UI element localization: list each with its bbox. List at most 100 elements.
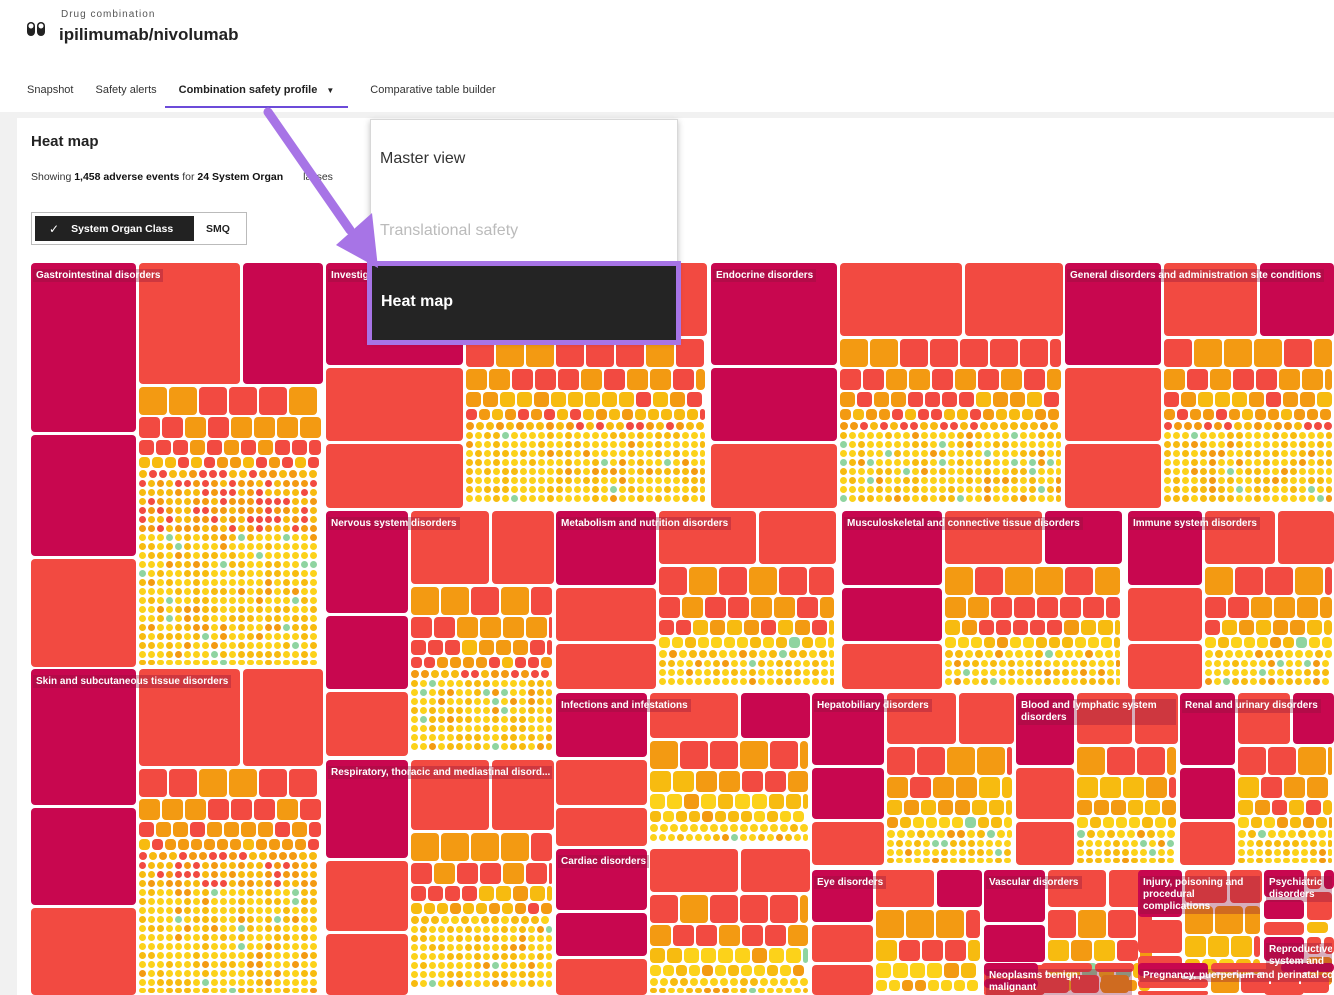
treemap-cell[interactable] bbox=[462, 640, 477, 655]
treemap-cell[interactable] bbox=[265, 633, 272, 640]
treemap-cell[interactable] bbox=[139, 925, 146, 932]
treemap-cell[interactable] bbox=[510, 725, 517, 732]
treemap-cell[interactable] bbox=[905, 840, 912, 847]
treemap-cell[interactable] bbox=[1098, 669, 1105, 676]
treemap-cell[interactable] bbox=[767, 678, 774, 685]
treemap-cell[interactable] bbox=[1281, 432, 1288, 439]
treemap-cell[interactable] bbox=[741, 811, 752, 822]
treemap-cell[interactable] bbox=[1116, 669, 1120, 676]
treemap-cell[interactable] bbox=[139, 979, 146, 986]
treemap-cell[interactable] bbox=[767, 811, 778, 822]
treemap-cell[interactable] bbox=[283, 561, 290, 568]
treemap-cell[interactable] bbox=[219, 852, 227, 860]
treemap-cell[interactable] bbox=[229, 934, 236, 941]
treemap-cell[interactable] bbox=[788, 771, 808, 792]
treemap-cell[interactable] bbox=[965, 263, 1063, 336]
treemap-cell[interactable] bbox=[1244, 422, 1252, 430]
treemap-cell[interactable] bbox=[515, 657, 526, 668]
treemap-cell[interactable] bbox=[193, 970, 200, 977]
treemap-cell[interactable] bbox=[686, 660, 693, 667]
treemap-cell[interactable] bbox=[948, 441, 955, 448]
treemap-cell[interactable] bbox=[157, 606, 164, 613]
treemap-cell[interactable] bbox=[428, 886, 443, 901]
treemap-cell[interactable] bbox=[159, 852, 167, 860]
treemap-cell[interactable] bbox=[945, 669, 952, 676]
treemap-cell[interactable] bbox=[229, 988, 236, 993]
treemap-cell[interactable] bbox=[850, 422, 858, 430]
treemap-cell[interactable] bbox=[175, 579, 182, 586]
treemap-cell[interactable] bbox=[283, 588, 290, 595]
treemap-cell[interactable] bbox=[139, 507, 146, 514]
treemap-cell[interactable] bbox=[840, 495, 847, 502]
treemap-cell[interactable] bbox=[927, 963, 942, 978]
treemap-cell[interactable] bbox=[243, 839, 254, 850]
treemap-cell[interactable] bbox=[528, 680, 535, 687]
treemap-cell[interactable] bbox=[310, 979, 317, 986]
treemap-cell[interactable] bbox=[193, 642, 200, 649]
treemap-cell[interactable] bbox=[139, 597, 146, 604]
treemap-cell[interactable] bbox=[1015, 650, 1023, 658]
treemap-cell[interactable] bbox=[528, 962, 535, 969]
treemap-cell[interactable] bbox=[686, 988, 693, 993]
treemap-cell[interactable] bbox=[411, 863, 432, 884]
treemap-cell[interactable] bbox=[1210, 369, 1231, 390]
treemap-cell[interactable] bbox=[1038, 441, 1045, 448]
treemap-cell[interactable] bbox=[650, 978, 658, 986]
treemap-cell[interactable] bbox=[601, 477, 608, 484]
treemap-cell[interactable] bbox=[1004, 858, 1011, 863]
treemap-cell[interactable] bbox=[1227, 477, 1234, 484]
treemap-cell[interactable] bbox=[1194, 339, 1222, 367]
treemap-cell[interactable] bbox=[669, 650, 677, 658]
treemap-cell[interactable] bbox=[1295, 650, 1303, 658]
treemap-cell[interactable] bbox=[528, 903, 539, 914]
treemap-cell[interactable] bbox=[985, 650, 993, 658]
treemap-cell[interactable] bbox=[610, 495, 617, 502]
treemap-cell[interactable] bbox=[241, 440, 256, 455]
treemap-cell[interactable] bbox=[528, 953, 535, 960]
treemap-cell[interactable] bbox=[238, 916, 245, 923]
treemap-cell[interactable] bbox=[1047, 468, 1054, 475]
treemap-cell[interactable] bbox=[1256, 620, 1271, 635]
treemap-cell[interactable] bbox=[977, 849, 984, 856]
treemap-cell[interactable] bbox=[301, 525, 308, 532]
treemap-cell[interactable] bbox=[1029, 459, 1036, 466]
treemap-cell[interactable] bbox=[1307, 922, 1328, 933]
treemap-cell[interactable] bbox=[274, 588, 281, 595]
treemap-cell[interactable] bbox=[1236, 468, 1243, 475]
treemap-cell[interactable] bbox=[475, 459, 482, 466]
treemap-cell[interactable] bbox=[139, 470, 147, 478]
treemap-cell[interactable] bbox=[1065, 444, 1161, 508]
treemap-cell[interactable] bbox=[166, 588, 173, 595]
treemap-cell[interactable] bbox=[680, 824, 688, 832]
treemap-cell[interactable] bbox=[184, 588, 191, 595]
treemap-cell[interactable] bbox=[139, 615, 146, 622]
treemap-cell[interactable] bbox=[148, 525, 155, 532]
treemap-cell[interactable] bbox=[211, 597, 218, 604]
treemap-cell[interactable] bbox=[1319, 858, 1326, 863]
treemap-cell[interactable] bbox=[274, 979, 281, 986]
treemap-cell[interactable] bbox=[947, 747, 975, 775]
treemap-cell[interactable] bbox=[700, 477, 705, 484]
treemap-cell[interactable] bbox=[894, 486, 901, 493]
treemap-cell[interactable] bbox=[157, 561, 164, 568]
treemap-cell[interactable] bbox=[229, 615, 236, 622]
treemap-cell[interactable] bbox=[751, 597, 772, 618]
treemap-cell[interactable] bbox=[421, 670, 429, 678]
treemap-cell[interactable] bbox=[650, 965, 661, 976]
treemap-cell[interactable] bbox=[157, 952, 164, 959]
treemap-cell[interactable] bbox=[966, 495, 973, 502]
treemap-cell[interactable] bbox=[840, 450, 847, 457]
treemap-cell[interactable] bbox=[510, 962, 517, 969]
treemap-cell[interactable] bbox=[292, 952, 299, 959]
treemap-cell[interactable] bbox=[447, 689, 454, 696]
treemap-cell[interactable] bbox=[238, 952, 245, 959]
treemap-cell[interactable] bbox=[1317, 468, 1324, 475]
treemap-cell[interactable] bbox=[912, 468, 919, 475]
treemap-cell[interactable] bbox=[1000, 422, 1008, 430]
treemap-cell[interactable] bbox=[1265, 650, 1273, 658]
treemap-cell[interactable] bbox=[511, 441, 518, 448]
treemap-cell[interactable] bbox=[1241, 678, 1248, 685]
treemap-cell[interactable] bbox=[502, 495, 509, 502]
treemap-cell[interactable] bbox=[517, 392, 532, 407]
treemap-cell[interactable] bbox=[1062, 669, 1069, 676]
